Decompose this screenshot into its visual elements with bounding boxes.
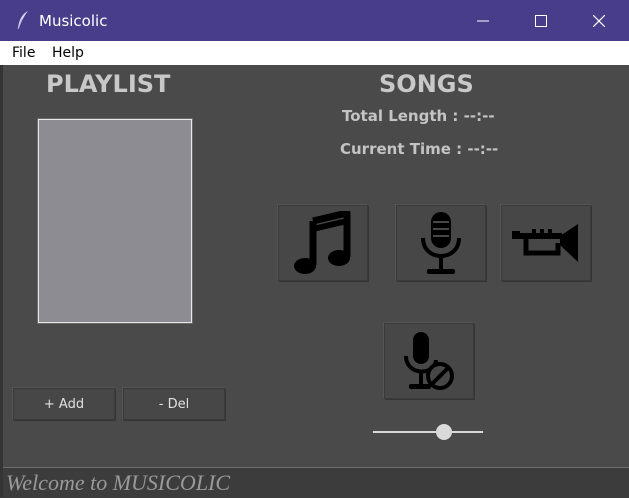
volume-track	[373, 431, 483, 433]
volume-slider[interactable]	[373, 422, 483, 442]
close-button[interactable]	[570, 0, 628, 41]
minimize-icon	[477, 20, 489, 21]
menu-bar: File Help	[0, 41, 629, 65]
menu-file[interactable]: File	[12, 45, 35, 61]
songs-heading: SONGS	[379, 70, 474, 98]
delete-button[interactable]: - Del	[123, 388, 225, 420]
playlist-listbox[interactable]	[38, 119, 192, 323]
play-button[interactable]	[278, 205, 368, 281]
title-bar: Musicolic	[0, 0, 629, 41]
microphone-icon	[421, 212, 461, 274]
minimize-button[interactable]	[454, 0, 512, 41]
window-title: Musicolic	[39, 12, 108, 30]
current-time-label: Current Time : --:--	[340, 140, 499, 158]
menu-help[interactable]: Help	[52, 45, 84, 61]
add-button[interactable]: + Add	[13, 388, 115, 420]
maximize-icon	[535, 14, 547, 27]
total-length-label: Total Length : --:--	[342, 107, 495, 125]
trumpet-icon	[512, 224, 578, 262]
microphone-button[interactable]	[396, 205, 486, 281]
volume-knob[interactable]	[436, 424, 452, 440]
music-note-icon	[294, 211, 351, 274]
main-panel: PLAYLIST SONGS Total Length : --:-- Curr…	[3, 65, 629, 467]
status-text: Welcome to MUSICOLIC	[6, 470, 231, 495]
close-icon	[593, 14, 605, 27]
mute-button[interactable]	[384, 323, 474, 399]
trumpet-button[interactable]	[501, 205, 591, 281]
maximize-button[interactable]	[512, 0, 570, 41]
feather-icon	[17, 11, 28, 30]
microphone-off-icon	[404, 332, 454, 390]
status-bar: Welcome to MUSICOLIC	[3, 467, 629, 498]
playlist-heading: PLAYLIST	[46, 70, 171, 98]
